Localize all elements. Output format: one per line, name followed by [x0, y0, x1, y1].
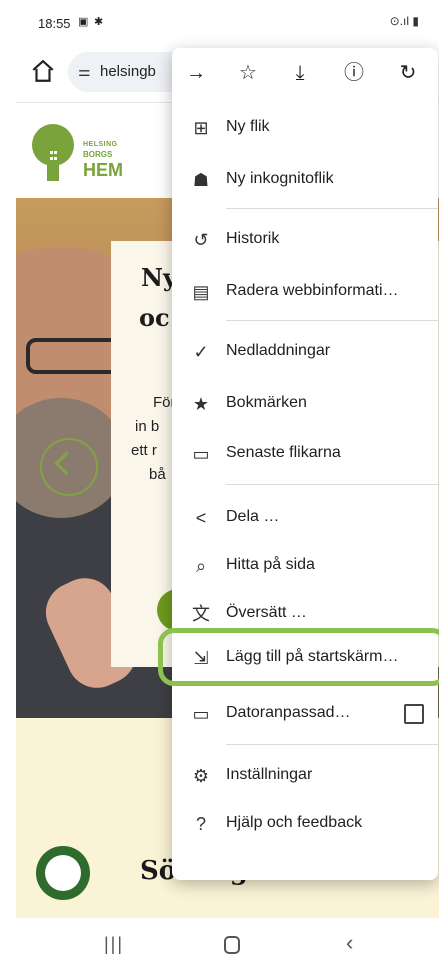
menu-item-bookmarks[interactable]: ★ Bokmärken — [172, 384, 438, 424]
help-icon: ? — [195, 814, 206, 834]
menu-item-label: Datoranpassad… — [226, 704, 351, 721]
menu-divider — [226, 320, 438, 321]
menu-item-clear-data[interactable]: ▤ Radera webbinformati… — [172, 272, 438, 312]
menu-item-settings[interactable]: ⚙ Inställningar — [172, 756, 438, 796]
status-time: 18:55 — [38, 16, 71, 31]
menu-item-label: Inställningar — [226, 766, 313, 783]
trash-icon: ▤ — [192, 282, 210, 302]
logo-tree-icon[interactable] — [30, 123, 76, 181]
hero-text-2: in b — [135, 418, 160, 435]
menu-item-downloads[interactable]: ✓ Nedladdningar — [172, 332, 438, 372]
desktop-site-checkbox[interactable] — [404, 704, 424, 724]
devices-icon: ▭ — [192, 444, 210, 464]
menu-divider — [226, 744, 438, 745]
signal-icon: ⊙.ıl ▮ — [389, 14, 419, 28]
image-notification-icon: ▣ — [78, 16, 89, 28]
menu-item-history[interactable]: ↺ Historik — [172, 220, 438, 260]
home-icon[interactable] — [30, 58, 56, 84]
history-icon: ↺ — [193, 230, 209, 250]
page-info-icon[interactable]: ⓘ — [338, 57, 370, 89]
menu-item-label: Ny inkognitoflik — [226, 170, 334, 187]
find-in-page-icon: ⌕ — [195, 556, 207, 576]
phone-screen: 18:55 ▣ ✱ ⊙.ıl ▮ ⚌ helsingb HELSING BORG… — [16, 0, 439, 967]
hero-photo-glasses — [26, 338, 124, 374]
menu-item-label: Dela … — [226, 508, 280, 525]
recent-apps-button[interactable]: ||| — [104, 934, 124, 955]
download-icon[interactable]: ⤓ — [284, 57, 316, 89]
menu-divider — [226, 208, 438, 209]
monitor-icon: ▭ — [192, 704, 210, 724]
reload-icon[interactable]: ↻ — [392, 57, 424, 89]
star-icon: ★ — [192, 394, 210, 414]
menu-divider — [226, 484, 438, 485]
downloads-check-icon: ✓ — [193, 342, 209, 362]
menu-item-label: Senaste flikarna — [226, 444, 341, 461]
hero-title-line2: oc — [139, 303, 170, 332]
bookmark-star-icon[interactable]: ☆ — [232, 57, 264, 89]
share-icon: < — [195, 508, 207, 528]
new-tab-icon: ⊞ — [193, 118, 209, 138]
browser-menu: → ☆ ⤓ ⓘ ↻ ⊞ Ny flik ☗ Ny inkognitoflik ↺… — [158, 48, 439, 880]
menu-item-label: Översätt … — [226, 604, 307, 621]
status-bar: 18:55 ▣ ✱ ⊙.ıl ▮ — [16, 0, 439, 44]
logo-text-1: HELSING — [83, 141, 118, 148]
menu-item-share[interactable]: < Dela … — [172, 498, 438, 538]
forward-icon[interactable]: → — [180, 57, 212, 89]
url-text: helsingb — [100, 63, 156, 80]
incognito-icon: ☗ — [192, 170, 210, 190]
menu-item-label: Radera webbinformati… — [226, 282, 399, 299]
menu-item-label: Hjälp och feedback — [226, 814, 363, 831]
cookie-settings-button[interactable] — [36, 846, 90, 900]
menu-toolbar: → ☆ ⤓ ⓘ ↻ — [172, 48, 438, 98]
menu-item-label: Bokmärken — [226, 394, 307, 411]
system-nav-bar: ||| ‹ — [16, 918, 439, 967]
translate-icon: 文 — [192, 604, 210, 624]
site-settings-icon[interactable]: ⚌ — [78, 63, 91, 80]
back-button[interactable]: ‹ — [346, 930, 353, 956]
menu-item-label: Hitta på sida — [226, 556, 315, 573]
hero-text-4: bå — [149, 466, 166, 483]
highlight-outline — [158, 628, 439, 686]
gear-icon: ⚙ — [192, 766, 210, 786]
menu-item-label: Nedladdningar — [226, 342, 331, 359]
menu-item-incognito[interactable]: ☗ Ny inkognitoflik — [172, 160, 438, 200]
menu-item-recent-tabs[interactable]: ▭ Senaste flikarna — [172, 434, 438, 474]
menu-item-label: Historik — [226, 230, 280, 247]
hero-text-3: ett r — [131, 442, 157, 459]
menu-item-label: Ny flik — [226, 118, 270, 135]
home-button[interactable] — [224, 936, 240, 954]
menu-item-find-in-page[interactable]: ⌕ Hitta på sida — [172, 546, 438, 586]
menu-item-desktop-site[interactable]: ▭ Datoranpassad… — [172, 694, 438, 734]
settings-notification-icon: ✱ — [94, 16, 104, 28]
menu-item-help[interactable]: ? Hjälp och feedback — [172, 804, 438, 844]
menu-item-new-tab[interactable]: ⊞ Ny flik — [172, 108, 438, 148]
cookie-icon — [45, 855, 81, 891]
signal-text: ⊙.ıl — [389, 14, 410, 28]
logo-text-2: BORGS — [83, 150, 113, 159]
logo-text-3: HEM — [83, 160, 123, 180]
